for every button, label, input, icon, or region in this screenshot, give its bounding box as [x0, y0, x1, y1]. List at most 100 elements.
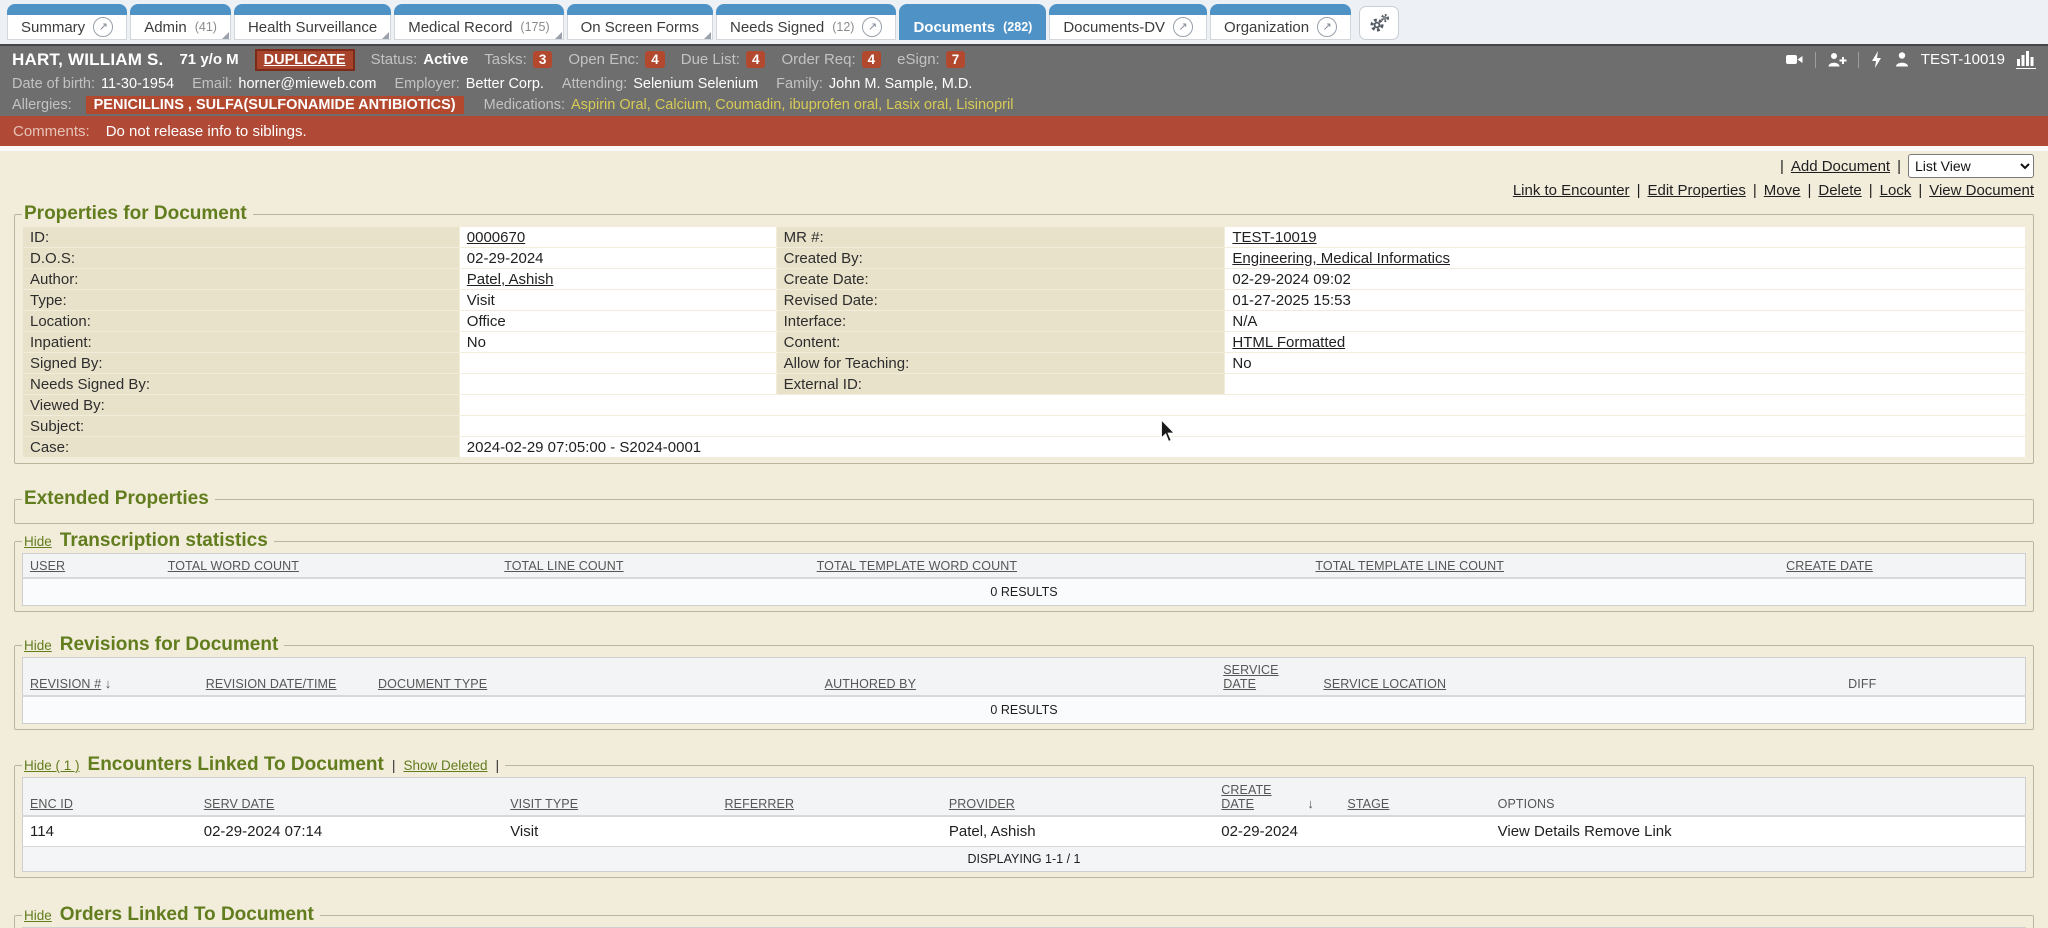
tab-label: Admin: [144, 19, 187, 36]
tab-on-screen-forms[interactable]: On Screen Forms: [567, 4, 713, 40]
content-format-link[interactable]: HTML Formatted: [1232, 334, 1345, 351]
allergies-value[interactable]: PENICILLINS , SULFA(SULFONAMIDE ANTIBIOT…: [86, 96, 464, 114]
family-label: Family:: [776, 76, 823, 92]
col-revision-datetime[interactable]: REVISION DATE/TIME: [206, 677, 337, 691]
col-total-word-count[interactable]: TOTAL WORD COUNT: [168, 559, 299, 573]
tab-organization[interactable]: Organization ↗: [1210, 4, 1351, 40]
status-value: Active: [423, 51, 468, 68]
document-id-link[interactable]: 0000670: [467, 229, 525, 246]
tasks-label: Tasks:: [484, 51, 527, 68]
hide-revisions-link[interactable]: Hide: [24, 638, 52, 653]
view-document-link[interactable]: View Document: [1929, 182, 2034, 199]
mr-number-link[interactable]: TEST-10019: [1232, 229, 1316, 246]
col-enc-id[interactable]: ENC ID: [30, 797, 73, 811]
col-total-template-line-count[interactable]: TOTAL TEMPLATE LINE COUNT: [1315, 559, 1504, 573]
view-details-link[interactable]: View Details: [1498, 823, 1580, 840]
patient-demographics-row: Date of birth:11-30-1954 Email:horner@mi…: [0, 73, 2048, 94]
tab-label: Health Surveillance: [248, 19, 377, 36]
sort-desc-icon[interactable]: ↓: [1307, 796, 1314, 811]
open-new-window-icon[interactable]: ↗: [1173, 17, 1193, 37]
col-stage[interactable]: STAGE: [1347, 797, 1389, 811]
tab-medical-record[interactable]: Medical Record(175): [394, 4, 563, 40]
orders-linked-section: HideOrders Linked To Document ITEM ID OR…: [14, 904, 2034, 928]
remove-link-link[interactable]: Remove Link: [1584, 823, 1672, 840]
documents-content: | Add Document | List View Link to Encou…: [0, 151, 2048, 928]
open-new-window-icon[interactable]: ↗: [1317, 17, 1337, 37]
hide-orders-link[interactable]: Hide: [24, 908, 52, 923]
flowsheet-chart-icon[interactable]: [2016, 50, 2036, 69]
employer-label: Employer:: [394, 76, 459, 92]
patient-header: HART, WILLIAM S. 71 y/o M DUPLICATE Stat…: [0, 44, 2048, 116]
encounter-row: 114 02-29-2024 07:14 Visit Patel, Ashish…: [23, 816, 2026, 847]
tab-label: Organization: [1224, 19, 1309, 36]
document-action-links: Link to Encounter | Edit Properties | Mo…: [14, 179, 2034, 201]
results-row: 0 RESULTS: [23, 696, 2026, 724]
col-total-template-word-count[interactable]: TOTAL TEMPLATE WORD COUNT: [817, 559, 1017, 573]
section-title: Properties for Document: [22, 203, 253, 225]
link-to-encounter-link[interactable]: Link to Encounter: [1513, 182, 1630, 199]
col-total-line-count[interactable]: TOTAL LINE COUNT: [504, 559, 623, 573]
table-header-row: ENC ID SERV DATE VISIT TYPE REFERRER PRO…: [23, 778, 2026, 817]
col-serv-date[interactable]: SERV DATE: [204, 797, 275, 811]
open-enc-count-badge[interactable]: 4: [645, 51, 665, 68]
tab-documents-active[interactable]: Documents(282): [899, 4, 1046, 40]
move-link[interactable]: Move: [1764, 182, 1801, 199]
hide-encounters-link[interactable]: Hide ( 1 ): [24, 758, 80, 773]
email-label: Email:: [192, 76, 232, 92]
edit-properties-link[interactable]: Edit Properties: [1647, 182, 1745, 199]
section-title: Extended Properties: [22, 488, 215, 510]
col-create-date[interactable]: CREATE DATE: [1786, 559, 1873, 573]
medications-value[interactable]: Aspirin Oral, Calcium, Coumadin, ibuprof…: [571, 97, 1013, 113]
tab-admin[interactable]: Admin (41): [130, 4, 231, 40]
person-icon[interactable]: [1894, 51, 1910, 68]
delete-link[interactable]: Delete: [1818, 182, 1861, 199]
col-service-location[interactable]: SERVICE LOCATION: [1323, 677, 1446, 691]
col-create-date[interactable]: CREATE DATE: [1221, 783, 1271, 811]
open-new-window-icon[interactable]: ↗: [93, 17, 113, 37]
tab-settings-button[interactable]: [1359, 6, 1399, 40]
duplicate-flag[interactable]: DUPLICATE: [255, 49, 355, 71]
col-service-date[interactable]: SERVICE DATE: [1223, 663, 1278, 691]
visit-type-value: Visit: [503, 816, 717, 847]
add-person-icon[interactable]: [1827, 51, 1847, 68]
tasks-count-badge[interactable]: 3: [533, 51, 553, 68]
property-row: Case:2024-02-29 07:05:00 - S2024-0001: [23, 437, 2025, 457]
video-call-icon[interactable]: [1785, 51, 1804, 68]
open-new-window-icon[interactable]: ↗: [862, 17, 882, 37]
encounters-linked-section: Hide ( 1 ) Encounters Linked To Document…: [14, 754, 2034, 878]
tab-documents-dv[interactable]: Documents-DV↗: [1049, 4, 1207, 40]
separator: |: [392, 757, 396, 773]
add-document-link[interactable]: Add Document: [1791, 158, 1890, 175]
sort-desc-icon[interactable]: ↓: [105, 676, 112, 691]
tab-health-surveillance[interactable]: Health Surveillance: [234, 4, 391, 40]
esign-count-badge[interactable]: 7: [946, 51, 966, 68]
view-mode-select[interactable]: List View: [1908, 154, 2034, 178]
tab-summary[interactable]: Summary↗: [7, 4, 127, 40]
due-list-count-badge[interactable]: 4: [746, 51, 766, 68]
provider-value: Patel, Ashish: [942, 816, 1214, 847]
col-options: OPTIONS: [1498, 797, 1555, 811]
hide-transcription-link[interactable]: Hide: [24, 534, 52, 549]
created-by-link[interactable]: Engineering, Medical Informatics: [1232, 250, 1450, 267]
col-user[interactable]: USER: [30, 559, 65, 573]
referrer-value: [718, 816, 942, 847]
patient-name[interactable]: HART, WILLIAM S.: [12, 50, 163, 70]
lock-link[interactable]: Lock: [1880, 182, 1912, 199]
tab-count: (12): [832, 20, 854, 34]
comments-value: Do not release info to siblings.: [106, 123, 307, 140]
col-provider[interactable]: PROVIDER: [949, 797, 1015, 811]
show-deleted-link[interactable]: Show Deleted: [403, 758, 487, 773]
section-title: Hide ( 1 ) Encounters Linked To Document…: [22, 754, 505, 776]
col-referrer[interactable]: REFERRER: [725, 797, 795, 811]
tab-needs-signed[interactable]: Needs Signed (12) ↗: [716, 4, 896, 40]
property-row: Viewed By:: [23, 395, 2025, 415]
author-link[interactable]: Patel, Ashish: [467, 271, 554, 288]
col-revision-number[interactable]: REVISION #: [30, 677, 101, 691]
col-authored-by[interactable]: AUTHORED BY: [825, 677, 916, 691]
order-req-count-badge[interactable]: 4: [862, 51, 882, 68]
tab-label: Needs Signed: [730, 19, 824, 36]
lightning-icon[interactable]: [1870, 51, 1883, 68]
col-document-type[interactable]: DOCUMENT TYPE: [378, 677, 487, 691]
col-visit-type[interactable]: VISIT TYPE: [510, 797, 578, 811]
tab-count: (41): [195, 20, 217, 34]
